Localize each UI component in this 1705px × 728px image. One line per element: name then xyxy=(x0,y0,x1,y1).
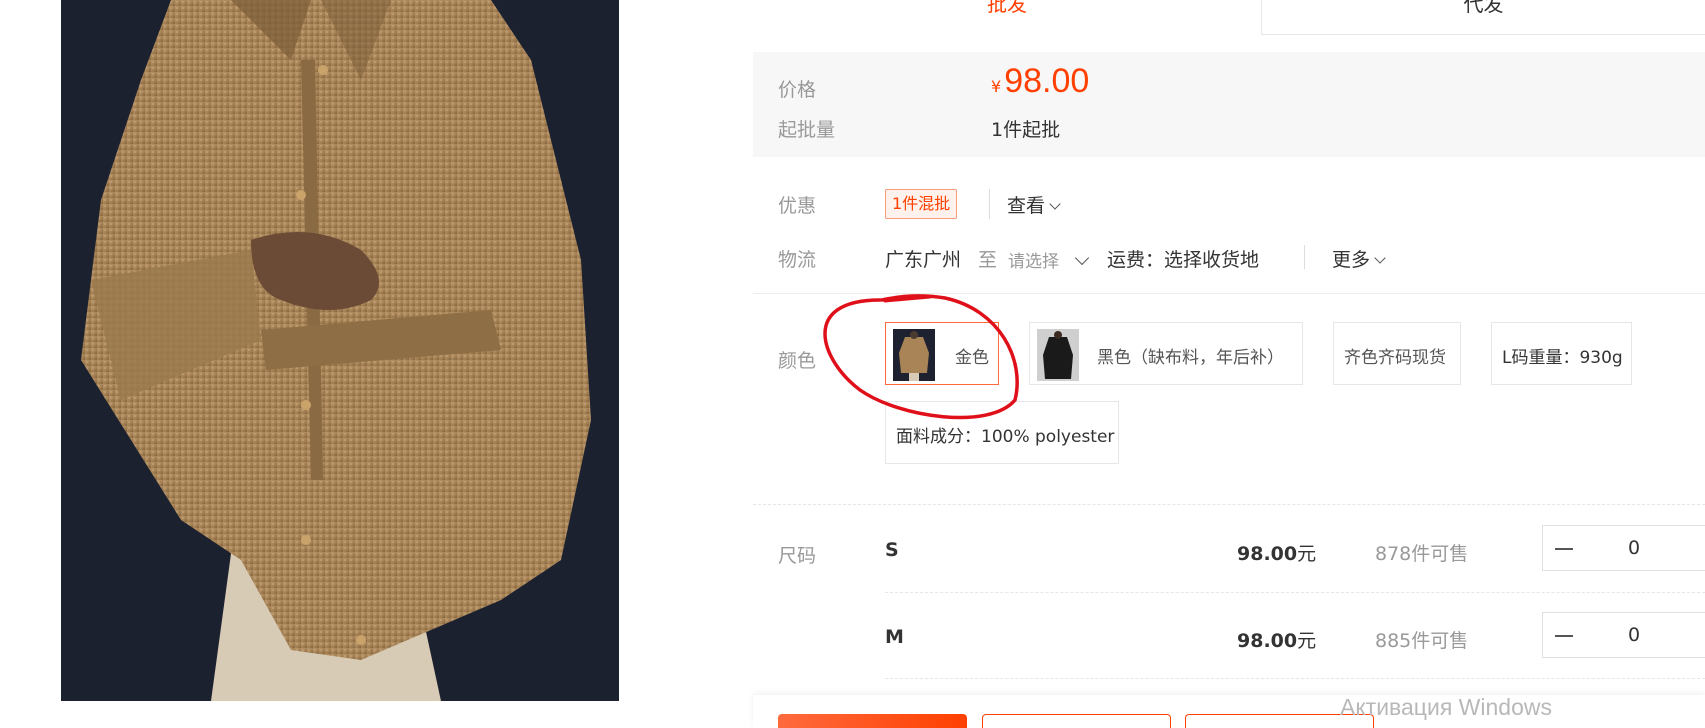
price-label: 价格 xyxy=(778,79,817,101)
size-price-unit: 元 xyxy=(1297,543,1317,565)
color-option-label: 齐色齐码现货 xyxy=(1344,348,1446,368)
color-option-label: 面料成分：100% polyester xyxy=(896,427,1115,447)
price-amount: 98.00 xyxy=(1004,62,1090,100)
divider xyxy=(1304,245,1305,269)
price-value: ¥98.00 xyxy=(991,62,1089,101)
black-thumbnail xyxy=(1037,329,1079,381)
gold-thumbnail xyxy=(893,329,935,381)
color-option-fabric[interactable]: 面料成分：100% polyester xyxy=(885,401,1119,464)
quantity-value[interactable]: 0 xyxy=(1628,537,1640,559)
size-price-value: 98.00 xyxy=(1237,630,1298,652)
tab-dropship[interactable]: 代发 xyxy=(1261,0,1705,35)
destination-select[interactable]: 请选择 xyxy=(1008,247,1090,272)
size-name: S xyxy=(885,539,899,561)
color-option-label: L码重量：930g xyxy=(1502,348,1623,368)
logistics-more-link[interactable]: 更多 xyxy=(1332,245,1386,272)
quantity-value[interactable]: 0 xyxy=(1628,624,1640,646)
color-label: 颜色 xyxy=(778,350,817,372)
order-button[interactable] xyxy=(778,714,967,728)
promotion-label: 优惠 xyxy=(778,195,817,217)
tab-wholesale[interactable]: 批发 xyxy=(753,0,1261,35)
minus-button[interactable] xyxy=(1555,548,1573,550)
add-to-cart-button[interactable] xyxy=(982,714,1171,728)
view-link-label: 查看 xyxy=(1007,195,1046,217)
logistics-to: 至 xyxy=(978,249,998,271)
price-panel: 价格 ¥98.00 起批量 1件起批 xyxy=(753,52,1705,157)
row-divider xyxy=(885,678,1705,679)
chevron-down-icon xyxy=(1074,250,1090,266)
more-label: 更多 xyxy=(1332,249,1371,271)
moq-value: 1件起批 xyxy=(991,119,1061,141)
size-price: 98.00元 xyxy=(1237,539,1316,566)
shipping-fee: 运费：选择收货地 xyxy=(1107,249,1260,271)
section-divider xyxy=(753,293,1705,294)
row-divider xyxy=(885,592,1705,593)
size-label: 尺码 xyxy=(778,545,817,567)
quantity-stepper: 0 xyxy=(1542,525,1705,571)
product-photo xyxy=(61,0,619,701)
purchase-mode-tabs: 批发 代发 xyxy=(753,0,1705,35)
color-option-black[interactable]: 黑色（缺布料，年后补） xyxy=(1029,322,1303,385)
size-price-value: 98.00 xyxy=(1237,543,1298,565)
destination-placeholder: 请选择 xyxy=(1008,252,1059,272)
color-option-instock[interactable]: 齐色齐码现货 xyxy=(1333,322,1461,385)
divider xyxy=(989,189,990,219)
color-option-weight[interactable]: L码重量：930g xyxy=(1491,322,1632,385)
color-option-label: 金色 xyxy=(955,348,989,368)
size-price: 98.00元 xyxy=(1237,626,1316,653)
quantity-stepper: 0 xyxy=(1542,612,1705,658)
windows-activation-watermark: Активация Windows xyxy=(1340,694,1552,720)
moq-label: 起批量 xyxy=(778,119,836,141)
chevron-down-icon xyxy=(1374,252,1386,264)
promotion-view-link[interactable]: 查看 xyxy=(1007,191,1061,218)
size-name: M xyxy=(885,626,904,648)
currency-symbol: ¥ xyxy=(991,77,1002,96)
size-stock: 878件可售 xyxy=(1375,543,1469,565)
minus-button[interactable] xyxy=(1555,635,1573,637)
chevron-down-icon xyxy=(1049,198,1061,210)
color-option-label: 黑色（缺布料，年后补） xyxy=(1097,348,1284,368)
promotion-badge: 1件混批 xyxy=(885,189,958,219)
size-stock: 885件可售 xyxy=(1375,630,1469,652)
size-price-unit: 元 xyxy=(1297,630,1317,652)
color-option-gold[interactable]: 金色 xyxy=(885,322,999,385)
section-divider xyxy=(753,504,1705,505)
logistics-label: 物流 xyxy=(778,249,817,271)
logistics-origin: 广东广州 xyxy=(885,249,962,271)
